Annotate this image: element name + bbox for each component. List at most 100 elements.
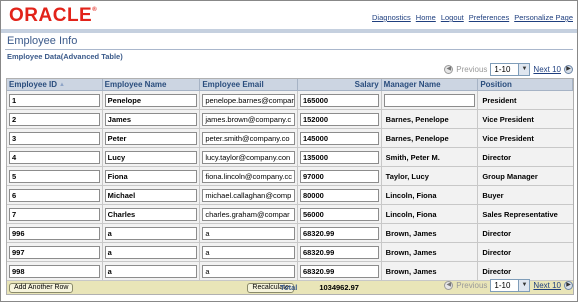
position-value: Director — [482, 152, 512, 162]
chevron-down-icon: ▼ — [518, 63, 530, 75]
table-row: 2 James james.brown@company.c 152000 Barnes,… — [7, 110, 573, 129]
position-value: Director — [482, 247, 512, 257]
manager-name-field[interactable] — [383, 93, 476, 107]
employee-id-field[interactable]: 3 — [9, 131, 100, 145]
position-value: Vice President — [482, 114, 534, 124]
table-row: 6 Michael michael.callaghan@comp 80000 Linco… — [7, 186, 573, 205]
column-header-employee-name: Employee Name — [103, 79, 201, 90]
position-value: Group Manager — [482, 171, 538, 181]
previous-icon: ◀ — [444, 64, 454, 74]
employee-email-field[interactable]: fiona.lincoln@company.cc — [202, 169, 295, 183]
employee-id-field[interactable]: 996 — [9, 226, 100, 240]
manager-name-value: Lincoln, Fiona — [385, 209, 437, 219]
employee-email-field[interactable]: a — [202, 264, 295, 278]
title-divider — [5, 49, 573, 50]
sort-ascending-icon: ▲ — [59, 81, 65, 88]
employee-email-field[interactable]: james.brown@company.c — [202, 112, 295, 126]
total-label: Total — [279, 283, 298, 292]
salary-field[interactable]: 56000 — [299, 207, 379, 221]
employee-name-field[interactable]: a — [104, 264, 198, 278]
chevron-down-icon: ▼ — [518, 279, 530, 291]
employee-id-field[interactable]: 997 — [9, 245, 100, 259]
salary-field[interactable]: 68320.99 — [299, 245, 379, 259]
manager-name-value: Barnes, Penelope — [385, 114, 449, 124]
employee-name-field[interactable]: Penelope — [104, 93, 198, 107]
previous-link: Previous — [456, 64, 488, 74]
table-nav-top: ◀ Previous 1-10 ▼ Next 10 ▶ — [444, 62, 573, 76]
manager-name-value: Smith, Peter M. — [385, 152, 440, 162]
home-link[interactable]: Home — [416, 13, 436, 22]
range-select[interactable]: 1-10 ▼ — [490, 62, 531, 76]
next-link[interactable]: Next 10 — [533, 65, 561, 74]
position-value: President — [482, 95, 517, 105]
table-row: 996 a a 68320.99 Brown, James Director — [7, 224, 573, 243]
table-row: 7 Charles charles.graham@compar 56000 Lincol… — [7, 205, 573, 224]
logout-link[interactable]: Logout — [441, 13, 464, 22]
table-nav-bottom: ◀ Previous 1-10 ▼ Next 10 ▶ — [444, 278, 573, 292]
salary-field[interactable]: 145000 — [299, 131, 379, 145]
range-select[interactable]: 1-10 ▼ — [490, 278, 531, 292]
manager-name-value: Lincoln, Fiona — [385, 190, 437, 200]
next-icon[interactable]: ▶ — [564, 64, 573, 74]
column-header-position: Position — [478, 79, 573, 90]
position-value: Vice President — [482, 133, 534, 143]
column-header-employee-id[interactable]: Employee ID ▲ — [7, 79, 103, 90]
position-value: Buyer — [482, 190, 504, 200]
employee-email-field[interactable]: charles.graham@compar — [202, 207, 295, 221]
table-row: 997 a a 68320.99 Brown, James Director — [7, 243, 573, 262]
personalize-page-link[interactable]: Personalize Page — [514, 13, 573, 22]
global-links: Diagnostics Home Logout Preferences Pers… — [372, 13, 573, 22]
employee-name-field[interactable]: a — [104, 245, 198, 259]
employee-name-field[interactable]: Lucy — [104, 150, 198, 164]
employee-name-field[interactable]: Peter — [104, 131, 198, 145]
position-value: Director — [482, 228, 512, 238]
oracle-logo: ORACLE® — [9, 5, 98, 26]
page-title: Employee Info — [7, 35, 78, 47]
employee-id-field[interactable]: 1 — [9, 93, 100, 107]
diagnostics-link[interactable]: Diagnostics — [372, 13, 411, 22]
employee-id-field[interactable]: 4 — [9, 150, 100, 164]
next-link[interactable]: Next 10 — [533, 281, 561, 290]
column-header-salary: Salary — [298, 79, 382, 90]
employee-name-field[interactable]: Charles — [104, 207, 198, 221]
employee-id-field[interactable]: 6 — [9, 188, 100, 202]
header-divider — [1, 29, 577, 33]
employee-email-field[interactable]: a — [202, 226, 295, 240]
column-header-employee-email: Employee Email — [200, 79, 298, 90]
employee-email-field[interactable]: lucy.taylor@company.con — [202, 150, 295, 164]
employee-table: Employee ID ▲ Employee Name Employee Emai… — [6, 78, 574, 295]
employee-name-field[interactable]: Fiona — [104, 169, 198, 183]
table-title: Employee Data(Advanced Table) — [7, 52, 123, 61]
table-row: 5 Fiona fiona.lincoln@company.cc 97000 Taylo… — [7, 167, 573, 186]
position-value: Director — [482, 266, 512, 276]
employee-email-field[interactable]: michael.callaghan@comp — [202, 188, 295, 202]
employee-name-field[interactable]: a — [104, 226, 198, 240]
table-row: 1 Penelope penelope.barnes@compar 165000 Pre… — [7, 91, 573, 110]
employee-id-field[interactable]: 5 — [9, 169, 100, 183]
manager-name-value: Barnes, Penelope — [385, 133, 449, 143]
employee-email-field[interactable]: peter.smith@company.co — [202, 131, 295, 145]
employee-id-field[interactable]: 2 — [9, 112, 100, 126]
employee-email-field[interactable]: penelope.barnes@compar — [202, 93, 295, 107]
previous-link: Previous — [456, 280, 488, 290]
page-frame: ORACLE® Diagnostics Home Logout Preferen… — [0, 0, 578, 302]
table-row: 3 Peter peter.smith@company.co 145000 Barnes… — [7, 129, 573, 148]
salary-field[interactable]: 97000 — [299, 169, 379, 183]
table-body: 1 Penelope penelope.barnes@compar 165000 Pre… — [7, 91, 573, 281]
add-row-button[interactable]: Add Another Row — [9, 282, 74, 293]
next-icon[interactable]: ▶ — [564, 280, 573, 290]
preferences-link[interactable]: Preferences — [469, 13, 509, 22]
salary-field[interactable]: 165000 — [299, 93, 379, 107]
employee-id-field[interactable]: 998 — [9, 264, 100, 278]
table-header: Employee ID ▲ Employee Name Employee Emai… — [7, 79, 573, 91]
employee-name-field[interactable]: Michael — [104, 188, 198, 202]
employee-name-field[interactable]: James — [104, 112, 198, 126]
manager-name-value: Taylor, Lucy — [385, 171, 429, 181]
employee-id-field[interactable]: 7 — [9, 207, 100, 221]
employee-email-field[interactable]: a — [202, 245, 295, 259]
salary-field[interactable]: 80000 — [299, 188, 379, 202]
salary-field[interactable]: 68320.99 — [299, 264, 379, 278]
salary-field[interactable]: 68320.99 — [299, 226, 379, 240]
salary-field[interactable]: 152000 — [299, 112, 379, 126]
salary-field[interactable]: 135000 — [299, 150, 379, 164]
